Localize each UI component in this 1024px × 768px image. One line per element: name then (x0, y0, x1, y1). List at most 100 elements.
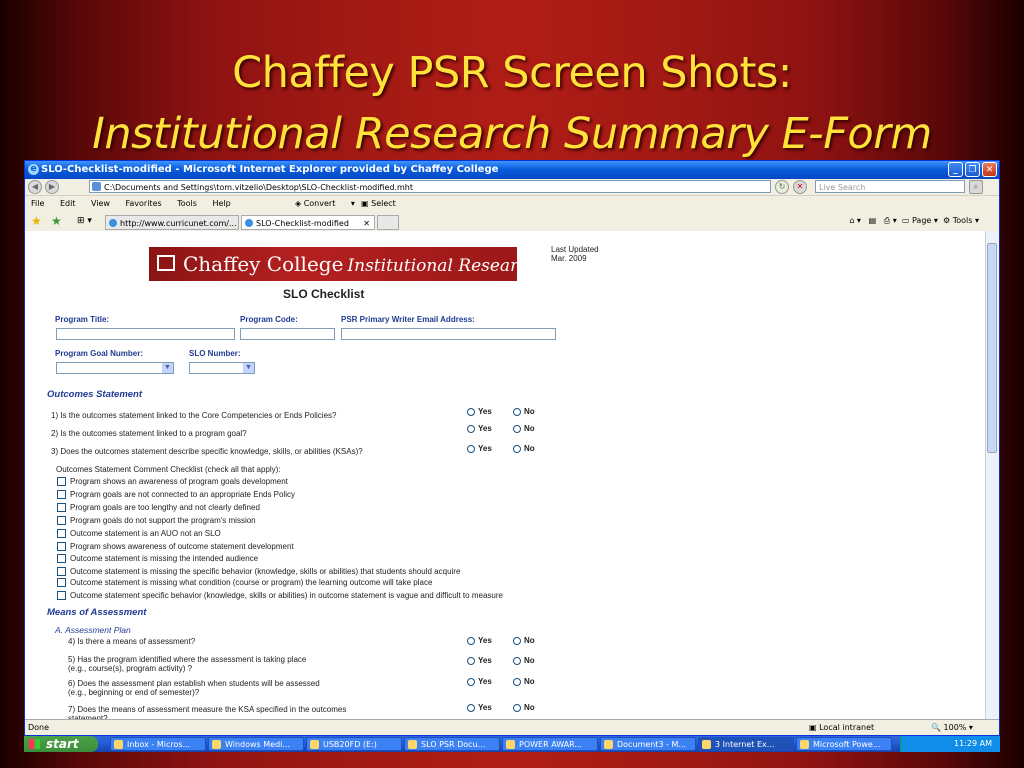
maximize-button[interactable]: ❐ (965, 162, 980, 177)
no-radio[interactable] (513, 637, 521, 645)
last-updated: Last Updated Mar. 2009 (551, 245, 599, 263)
checklist-intro: Outcomes Statement Comment Checklist (ch… (56, 465, 281, 474)
scrollbar-thumb[interactable] (987, 243, 997, 453)
search-input[interactable]: Live Search (815, 180, 965, 193)
forward-button[interactable]: ▶ (45, 180, 59, 194)
back-button[interactable]: ◀ (28, 180, 42, 194)
search-icon[interactable]: ⌕ (969, 180, 983, 194)
close-button[interactable]: ✕ (982, 162, 997, 177)
yes-radio[interactable] (467, 637, 475, 645)
ie-icon (702, 740, 711, 749)
checklist-item: Outcome statement specific behavior (kno… (70, 591, 503, 600)
vertical-scrollbar[interactable] (985, 231, 999, 722)
yes-radio[interactable] (467, 408, 475, 416)
start-button[interactable]: start (24, 736, 98, 752)
no-radio[interactable] (513, 425, 521, 433)
checklist-item: Outcome statement is missing the intende… (70, 554, 259, 563)
checklist-item: Program goals do not support the program… (70, 516, 256, 525)
checklist-item: Outcome statement is an AUO not an SLO (70, 529, 221, 538)
goal-number-select[interactable]: ▼ (56, 362, 174, 374)
checklist-checkbox[interactable] (57, 567, 66, 576)
select-button[interactable]: ▣ Select (361, 196, 409, 212)
tools-menu[interactable]: ⚙ Tools ▾ (943, 216, 979, 225)
no-radio[interactable] (513, 408, 521, 416)
checklist-checkbox[interactable] (57, 554, 66, 563)
no-radio[interactable] (513, 704, 521, 712)
page-menu[interactable]: ▭ Page ▾ (902, 216, 938, 225)
taskbar-item-media[interactable]: Windows Medi... (208, 737, 304, 751)
tab-bar: ★ ★ ⊞ ▾ http://www.curricunet.com/... SL… (25, 212, 999, 233)
taskbar-item-slo-docs[interactable]: SLO PSR Docu... (404, 737, 500, 751)
command-bar: ⌂ ▾ ▤ ⎙ ▾ ▭ Page ▾ ⚙ Tools ▾ (849, 216, 979, 226)
slide-subtitle: Institutional Research Summary E-Form (92, 109, 932, 159)
checklist-checkbox[interactable] (57, 529, 66, 538)
program-title-label: Program Title: (55, 315, 110, 324)
menu-file[interactable]: File (31, 199, 44, 208)
print-icon[interactable]: ⎙ ▾ (884, 216, 897, 225)
slo-number-label: SLO Number: (189, 349, 241, 358)
menu-help[interactable]: Help (212, 199, 230, 208)
program-code-input[interactable] (240, 328, 335, 340)
checklist-checkbox[interactable] (57, 578, 66, 587)
favorites-star-icon[interactable]: ★ (31, 214, 42, 228)
convert-button[interactable]: ◈ Convert ▾ (295, 196, 355, 212)
checklist-checkbox[interactable] (57, 542, 66, 551)
quick-tabs-icon[interactable]: ⊞ ▾ (77, 216, 92, 226)
zoom-level[interactable]: 🔍 100% ▾ (931, 720, 973, 735)
taskbar-item-power-award[interactable]: POWER AWAR... (502, 737, 598, 751)
assessment-question: 4) Is there a means of assessment? (68, 637, 196, 646)
address-input[interactable]: C:\Documents and Settings\tom.vitzelio\D… (89, 180, 771, 193)
yes-radio[interactable] (467, 704, 475, 712)
browser-window: e SLO-Checklist-modified - Microsoft Int… (24, 160, 1000, 736)
menu-edit[interactable]: Edit (60, 199, 76, 208)
taskbar-item-document3[interactable]: Document3 - M... (600, 737, 696, 751)
page-content: Chaffey CollegeInstitutional Research La… (25, 231, 987, 722)
no-radio[interactable] (513, 678, 521, 686)
taskbar-item-internet-explorer[interactable]: 3 Internet Ex... (698, 737, 794, 751)
checklist-checkbox[interactable] (57, 490, 66, 499)
psr-email-label: PSR Primary Writer Email Address: (341, 315, 475, 324)
checklist-checkbox[interactable] (57, 516, 66, 525)
checklist-checkbox[interactable] (57, 591, 66, 600)
yes-radio[interactable] (467, 678, 475, 686)
word-icon (506, 740, 515, 749)
yes-radio[interactable] (467, 657, 475, 665)
menu-tools[interactable]: Tools (177, 199, 197, 208)
slo-number-select[interactable]: ▼ (189, 362, 255, 374)
checklist-checkbox[interactable] (57, 503, 66, 512)
word-icon (604, 740, 613, 749)
security-zone: ▣ Local intranet (809, 723, 875, 732)
checklist-checkbox[interactable] (57, 477, 66, 486)
outcomes-question: 3) Does the outcomes statement describe … (51, 447, 363, 456)
tab-curricunet[interactable]: http://www.curricunet.com/... (105, 215, 239, 230)
tab-close-icon[interactable]: ✕ (363, 216, 370, 229)
home-icon[interactable]: ⌂ ▾ (849, 216, 861, 225)
no-radio[interactable] (513, 657, 521, 665)
checklist-item: Program goals are too lengthy and not cl… (70, 503, 260, 512)
program-title-input[interactable] (56, 328, 235, 340)
psr-email-input[interactable] (341, 328, 556, 340)
add-favorite-icon[interactable]: ★ (51, 214, 62, 228)
checklist-item: Outcome statement is missing the specifi… (70, 567, 461, 576)
drive-icon (310, 740, 319, 749)
taskbar-item-usb[interactable]: USB20FD (E:) (306, 737, 402, 751)
clock[interactable]: 11:29 AM (954, 739, 992, 748)
window-titlebar[interactable]: e SLO-Checklist-modified - Microsoft Int… (25, 161, 999, 179)
tab-slo-checklist[interactable]: SLO-Checklist-modified ✕ (241, 215, 375, 230)
outcomes-question: 2) Is the outcomes statement linked to a… (51, 429, 247, 438)
new-tab-button[interactable] (377, 215, 399, 230)
yes-radio[interactable] (467, 425, 475, 433)
chevron-down-icon: ▼ (243, 363, 254, 373)
stop-button[interactable]: ✕ (793, 180, 807, 194)
refresh-button[interactable]: ↻ (775, 180, 789, 194)
checklist-item: Program shows an awareness of program go… (70, 477, 288, 486)
checklist-item: Program goals are not connected to an ap… (70, 490, 296, 499)
minimize-button[interactable]: _ (948, 162, 963, 177)
feeds-icon[interactable]: ▤ (869, 216, 877, 225)
yes-radio[interactable] (467, 445, 475, 453)
no-radio[interactable] (513, 445, 521, 453)
menu-view[interactable]: View (91, 199, 110, 208)
taskbar-item-inbox[interactable]: Inbox - Micros... (110, 737, 206, 751)
taskbar-item-powerpoint[interactable]: Microsoft Powe... (796, 737, 892, 751)
menu-favorites[interactable]: Favorites (126, 199, 162, 208)
